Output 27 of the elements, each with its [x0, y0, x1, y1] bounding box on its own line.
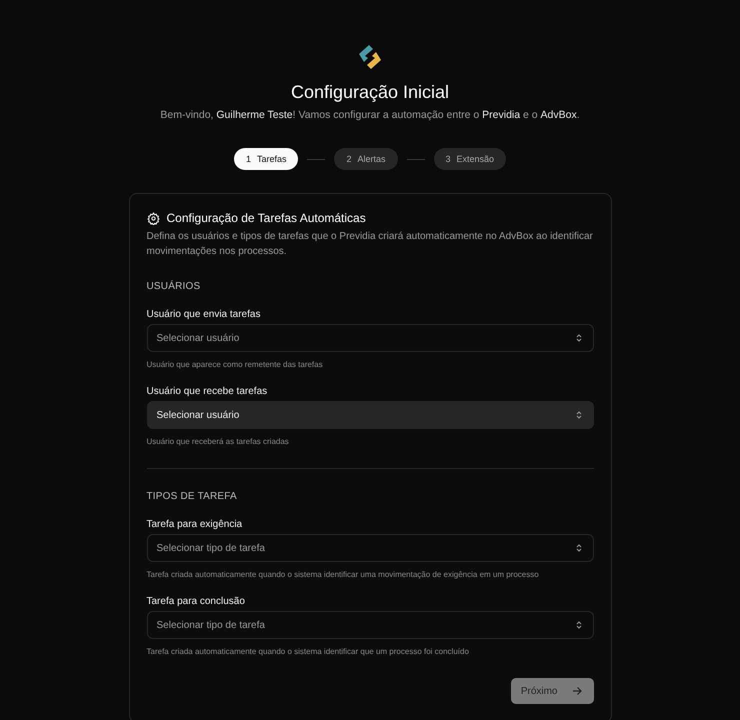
step-tab[interactable]: 1 Tarefas — [234, 148, 298, 170]
help-text: Tarefa criada automaticamente quando o sistema identificar uma movimentação de exigência em um processo — [146, 570, 540, 579]
section-heading: TIPOS DE TAREFA — [146, 491, 238, 502]
field-label: Usuário que recebe tarefas — [146, 386, 268, 397]
card-title: Configuração de Tarefas Automáticas — [166, 211, 366, 225]
chevrons-icon — [574, 333, 582, 343]
select-field[interactable]: Selecionar usuário — [146, 401, 594, 429]
chevrons-icon — [574, 410, 582, 420]
field-label: Tarefa para conclusão — [146, 596, 246, 607]
welcome-text: Bem-vindo, Guilherme Teste! Vamos configurar a automação entre o Previdia e o AdvBox. — [160, 109, 580, 121]
field-label: Usuário que envia tarefas — [146, 309, 262, 320]
select-field[interactable]: Selecionar tipo de tarefa — [146, 611, 594, 639]
select-field[interactable]: Selecionar tipo de tarefa — [146, 534, 594, 562]
card-description: Defina os usuários e tipos de tarefas que o Previdia criará automaticamente no AdvBox ao identificar movimentações nos processos. — [146, 230, 594, 259]
chevrons-icon — [574, 543, 582, 553]
select-field[interactable]: Selecionar usuário — [146, 324, 594, 352]
step-tab[interactable]: 3 Extensão — [434, 148, 506, 170]
chevrons-icon — [574, 620, 582, 630]
step-tab[interactable]: 2 Alertas — [334, 148, 398, 170]
arrow-icon — [572, 686, 582, 696]
page-title: Configuração Inicial — [290, 82, 450, 103]
settings-icon — [146, 212, 160, 224]
section-heading: USUÁRIOS — [146, 281, 202, 292]
help-text: Usuário que receberá as tarefas criadas — [146, 437, 290, 446]
field-label: Tarefa para exigência — [146, 519, 244, 530]
help-text: Usuário que aparece como remetente das tarefas — [146, 360, 324, 369]
help-text: Tarefa criada automaticamente quando o sistema identificar que um processo foi concluído — [146, 647, 470, 656]
